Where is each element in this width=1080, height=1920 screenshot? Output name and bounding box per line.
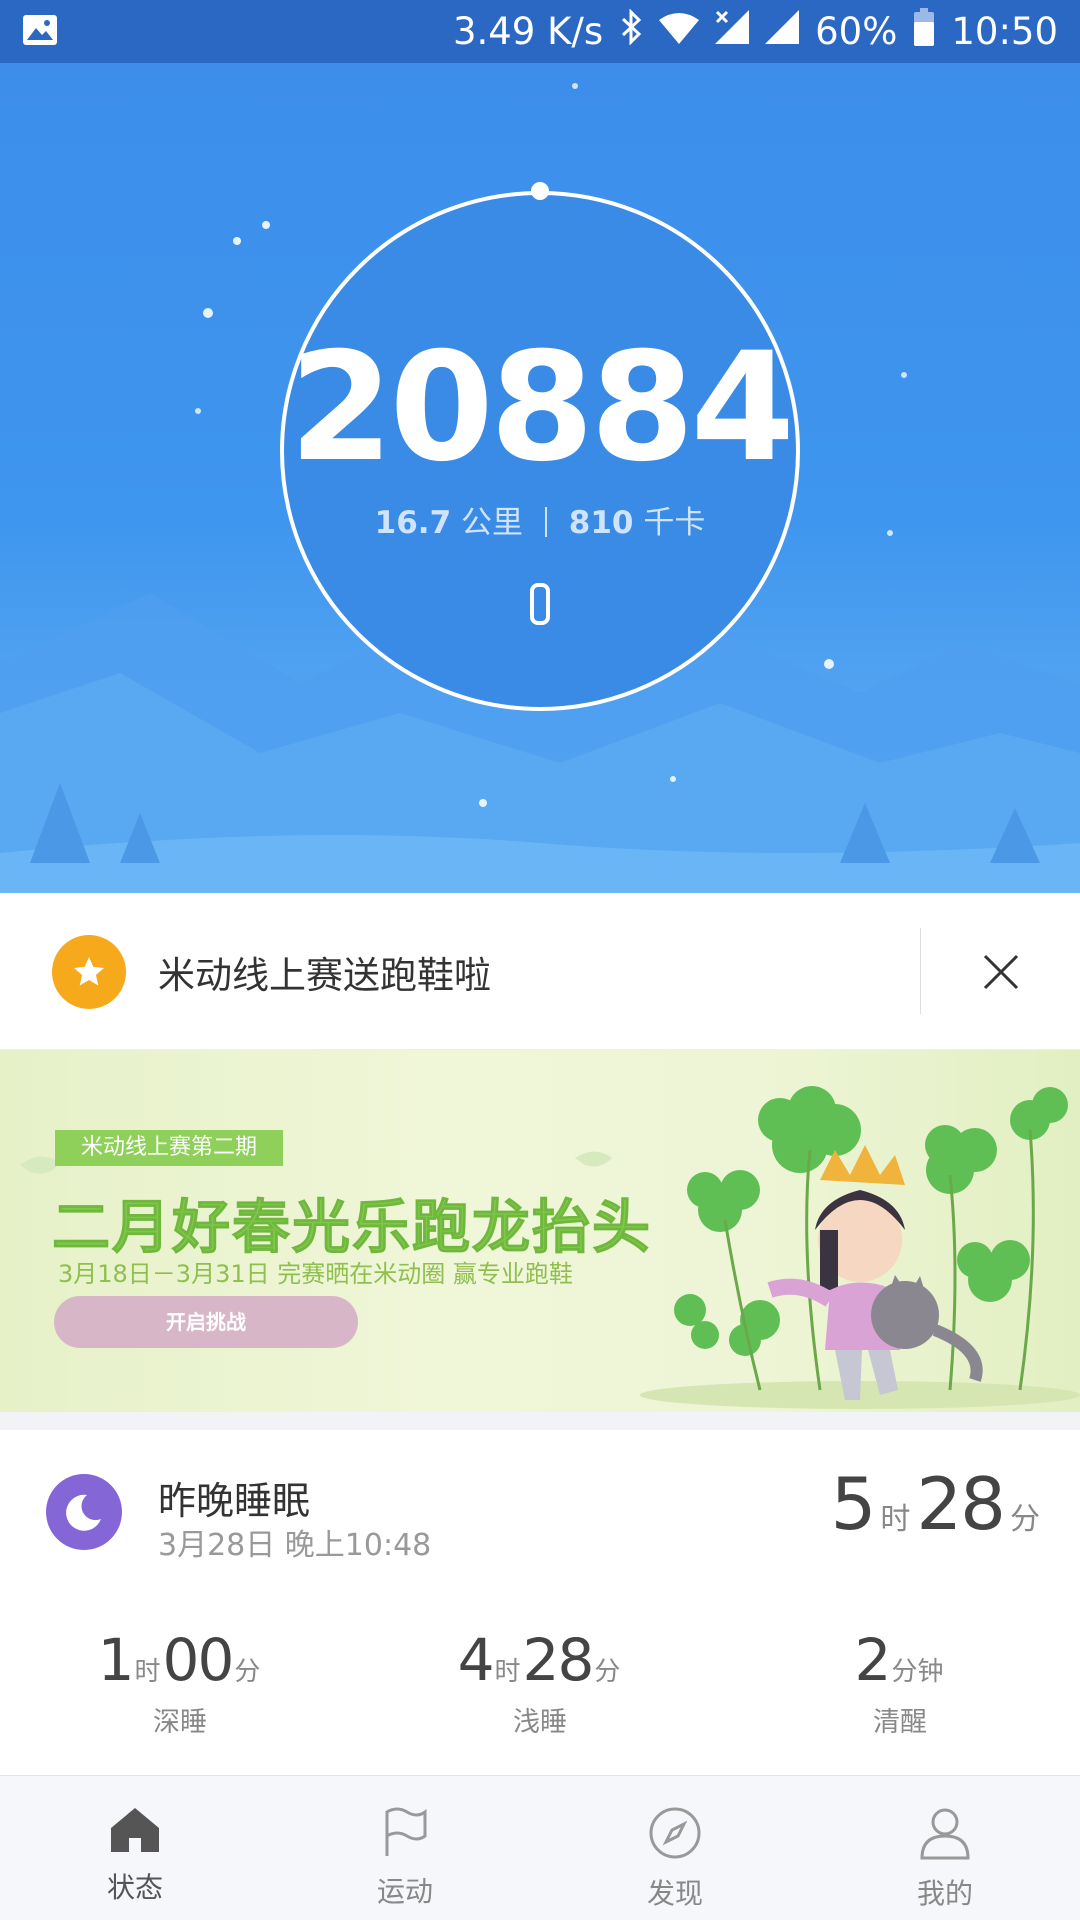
battery-percent: 60% [815,10,898,53]
light-minute-unit: 分 [594,1657,621,1687]
nav-status[interactable]: 状态 [0,1776,270,1920]
deep-hour-unit: 时 [134,1657,161,1687]
total-hours: 5 [830,1462,877,1546]
deep-sleep-stat: 1 时 00 分 深睡 [40,1626,320,1739]
total-minutes: 28 [916,1462,1006,1546]
wifi-icon [659,10,700,53]
gallery-notification-icon [22,14,58,50]
nav-me[interactable]: 我的 [810,1776,1080,1920]
nav-discover[interactable]: 发现 [540,1776,810,1920]
network-speed: 3.49 K/s [452,10,604,53]
nav-sport[interactable]: 运动 [270,1776,540,1920]
light-minutes: 28 [522,1626,595,1694]
deep-hours: 1 [97,1626,135,1694]
deep-minutes: 00 [162,1626,235,1694]
sleep-card[interactable]: z 昨晚睡眠 3月28日 晚上10:48 5 时 28 分 1 时 00 分 深… [0,1430,1080,1775]
awake-minutes: 2 [854,1626,892,1694]
nav-me-label: 我的 [916,1877,973,1910]
distance-unit: 公里 [461,505,524,541]
svg-text:z: z [87,1502,94,1516]
bluetooth-icon [619,8,643,54]
bottom-nav: 状态 运动 发现 我的 [0,1775,1080,1920]
promo-divider [920,928,921,1014]
star-icon [52,935,126,1009]
light-hour-unit: 时 [494,1657,521,1687]
section-divider [0,1412,1080,1430]
compass-icon [648,1806,702,1864]
nav-discover-label: 发现 [646,1877,703,1910]
step-dashboard[interactable]: 20884 16.7 公里 810 千卡 [0,63,1080,893]
light-sleep-label: 浅睡 [513,1707,567,1738]
distance-value: 16.7 [374,505,452,541]
promo-notice[interactable]: 米动线上赛送跑鞋啦 [0,893,1080,1050]
promo-text: 米动线上赛送跑鞋啦 [158,954,491,997]
deep-minute-unit: 分 [234,1657,261,1687]
sleep-total: 5 时 28 分 [831,1462,1046,1546]
light-sleep-stat: 4 时 28 分 浅睡 [400,1626,680,1739]
flag-icon [379,1806,431,1862]
nav-sport-label: 运动 [376,1875,433,1908]
status-bar: 3.49 K/s 60% 10:50 [0,0,1080,63]
person-icon [918,1806,972,1864]
band-icon [530,583,550,625]
divider [544,507,547,537]
banner-date: 3月18日－3月31日 完赛晒在米动圈 赢专业跑鞋 [58,1260,573,1288]
minute-unit: 分 [1010,1502,1040,1537]
hour-unit: 时 [880,1502,911,1537]
calories-value: 810 [568,505,634,541]
deep-sleep-label: 深睡 [153,1707,207,1738]
awake-unit: 分钟 [891,1657,944,1687]
awake-label: 清醒 [873,1707,927,1738]
clock: 10:50 [951,10,1058,53]
signal-nodata-icon [715,10,750,53]
close-icon[interactable] [970,941,1032,1003]
sleep-title: 昨晚睡眠 [158,1479,311,1523]
awake-stat: 2 分钟 清醒 [760,1626,1040,1739]
distance-calories: 16.7 公里 810 千卡 [280,497,800,542]
home-icon [109,1806,161,1858]
banner-tag: 米动线上赛第二期 [55,1130,284,1166]
banner-title: 二月好春光乐跑龙抬头 [51,1193,653,1262]
signal-icon [765,10,800,53]
step-count: 20884 [289,321,795,495]
event-banner[interactable]: 米动线上赛第二期 二月好春光乐跑龙抬头 3月18日－3月31日 完赛晒在米动圈 … [0,1050,1080,1412]
sleep-date: 3月28日 晚上10:48 [158,1528,432,1563]
moon-icon: z [46,1474,122,1550]
nav-status-label: 状态 [106,1871,163,1904]
light-hours: 4 [457,1626,495,1694]
goal-ring-knob [531,182,549,200]
battery-icon [913,8,935,55]
calories-unit: 千卡 [643,505,706,541]
start-challenge-button[interactable]: 开启挑战 [54,1296,358,1348]
